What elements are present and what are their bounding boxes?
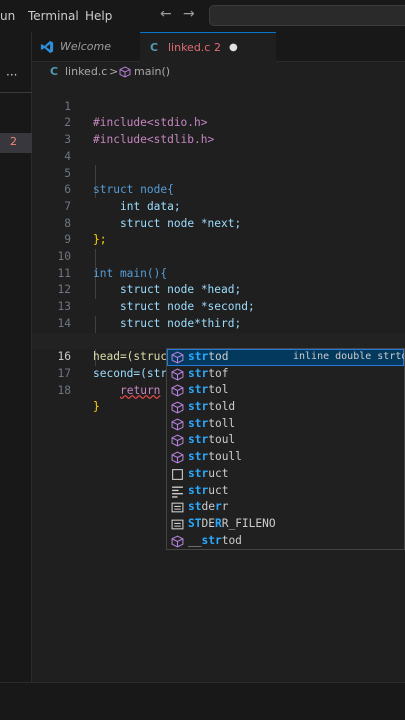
code-line: 5 struct node{ (32, 149, 405, 197)
vscode-logo-icon (40, 40, 54, 54)
suggestion-item[interactable]: strtoull (167, 449, 404, 466)
code-line: 2 #include<stdlib.h> (32, 99, 405, 146)
title-bar: un Terminal Help ← → (0, 0, 405, 32)
suggestion-item[interactable]: struct (167, 483, 404, 500)
suggestion-item[interactable]: strtol (167, 382, 404, 399)
text-icon (171, 502, 184, 513)
suggestion-detail: inline double strtod (293, 351, 405, 362)
tab-welcome[interactable]: Welcome (32, 32, 141, 62)
code-line: 4 (32, 132, 405, 163)
back-arrow-icon[interactable]: ← (160, 6, 172, 22)
code-line: 15 head=(struct node*)malloc(sizeof(stru… (32, 316, 405, 364)
code-line-current: 16 second=(str) (32, 332, 405, 381)
suggestion-label: stderr (188, 500, 229, 514)
suggestion-item[interactable]: stderr (167, 499, 404, 516)
unsaved-dot-icon[interactable]: ● (229, 33, 238, 63)
code-line: 7 struct node *next; (32, 182, 405, 230)
suggestion-label: __strtod (188, 533, 242, 547)
suggestion-item[interactable]: strtoll (167, 416, 404, 433)
suggestion-item[interactable]: strtold (167, 399, 404, 416)
line-number: 18 (57, 383, 71, 397)
side-bar-divider (0, 92, 32, 93)
suggestion-label: strtod (188, 350, 229, 363)
code-text: return (120, 383, 161, 397)
method-cube-icon (171, 401, 184, 414)
tab-linked-c-label: linked.c (168, 41, 211, 54)
code-line: 12 struct node *second; (32, 266, 405, 313)
menu-terminal[interactable]: Terminal (28, 0, 79, 32)
tab-problem-count: 2 (214, 41, 221, 54)
snippet-icon (172, 486, 183, 498)
suggestion-item[interactable]: __strtod (167, 533, 404, 549)
code-line: 1 #include<stdio.h> (32, 82, 405, 130)
suggestion-item[interactable]: strtod inline double strtod (167, 349, 404, 366)
suggestion-label: strtof (188, 366, 229, 380)
side-bar: ··· 2 (0, 32, 32, 720)
keyword-square-icon (172, 468, 183, 480)
text-icon (171, 519, 184, 530)
suggestion-label: struct (188, 483, 229, 497)
suggestion-label: strtoll (188, 416, 236, 430)
c-file-icon: C (150, 41, 159, 54)
breadcrumb: C linked.c > main() (32, 62, 405, 82)
method-cube-icon (171, 535, 184, 548)
code-line: 11 struct node *head; (32, 249, 405, 297)
function-cube-icon (119, 66, 131, 78)
method-cube-icon (171, 384, 184, 397)
method-cube-icon (171, 351, 184, 364)
method-cube-icon (171, 451, 184, 464)
suggestion-item[interactable]: struct (167, 466, 404, 483)
suggestion-label: strtol (188, 383, 229, 397)
suggestion-label: strtoul (188, 433, 236, 447)
code-line: 6 int data; (32, 166, 405, 213)
method-cube-icon (171, 418, 184, 431)
suggestion-label: STDERR_FILENO (188, 516, 276, 530)
autocomplete-suggestions[interactable]: strtod inline double strtod strtof strto… (166, 348, 405, 550)
suggestion-label: struct (188, 466, 229, 480)
menu-run[interactable]: un (0, 0, 15, 32)
command-center-search[interactable] (209, 5, 405, 26)
breadcrumb-file[interactable]: linked.c (65, 62, 107, 82)
tab-linked-c[interactable]: C linked.c 2 ● (140, 32, 276, 63)
tab-welcome-label: Welcome (60, 40, 111, 53)
code-text: } (93, 400, 100, 414)
more-actions-icon[interactable]: ··· (6, 68, 17, 82)
status-bar (0, 682, 405, 720)
code-line: 8 }; (32, 199, 405, 247)
breadcrumb-separator: > (109, 65, 119, 78)
code-line: 13 struct node*third; (32, 282, 405, 330)
suggestion-item[interactable]: strtof (167, 366, 404, 383)
c-file-icon: C (50, 65, 59, 78)
editor-tab-bar: Welcome C linked.c 2 ● (32, 32, 405, 63)
suggestion-label: strtold (188, 400, 236, 414)
forward-arrow-icon[interactable]: → (183, 6, 195, 22)
menu-help[interactable]: Help (85, 0, 112, 32)
code-line: 3 (32, 115, 405, 146)
method-cube-icon (171, 368, 184, 381)
suggestion-label: strtoull (188, 450, 242, 464)
breadcrumb-symbol[interactable]: main() (134, 62, 170, 82)
code-line: 14 (32, 299, 405, 330)
code-line: 10 int main(){ (32, 232, 405, 280)
method-cube-icon (171, 434, 184, 447)
code-line: 9 (32, 216, 405, 246)
suggestion-item[interactable]: STDERR_FILENO (167, 516, 404, 533)
suggestion-item[interactable]: strtoul (167, 432, 404, 449)
problem-count-badge: 2 (10, 135, 17, 148)
